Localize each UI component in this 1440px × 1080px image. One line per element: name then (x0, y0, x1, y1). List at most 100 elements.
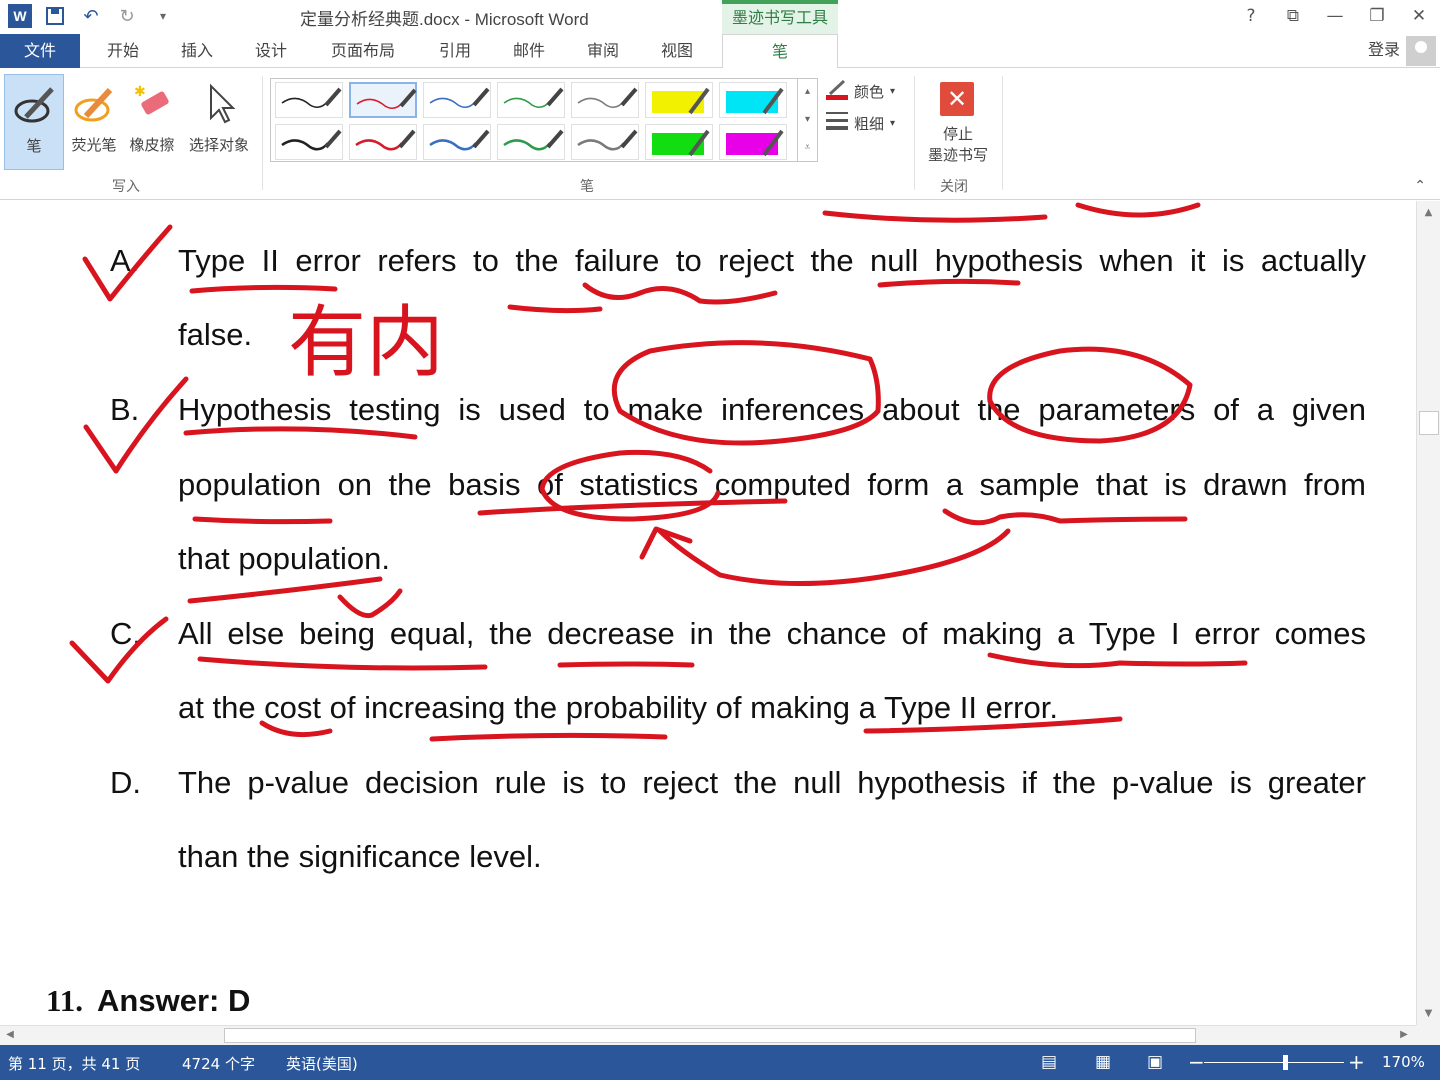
select-objects-button[interactable]: 选择对象 (182, 74, 256, 170)
option-d-line-2: than the significance level. (178, 839, 542, 874)
ink-arc-top (1075, 202, 1201, 218)
scrollbar-corner (1416, 1025, 1440, 1045)
ribbon-display-options-button[interactable]: ⧉ (1272, 0, 1314, 32)
tab-page-layout[interactable]: 页面布局 (318, 34, 408, 68)
pen-swatch[interactable] (423, 124, 491, 160)
read-mode-icon[interactable]: ▤ (1036, 1051, 1062, 1073)
status-bar: 第 11 页，共 41 页 4724 个字 英语(美国) ▤ ▦ ▣ − + 1… (0, 1045, 1440, 1080)
pen-swatch[interactable] (349, 124, 417, 160)
pen-swatch[interactable] (275, 82, 343, 118)
scroll-right-icon[interactable]: ▶ (1398, 1029, 1410, 1040)
pen-swatch[interactable] (645, 82, 713, 118)
zoom-slider-track[interactable] (1204, 1062, 1344, 1063)
zoom-level[interactable]: 170% (1382, 1053, 1425, 1071)
customize-qat-icon[interactable]: ▾ (150, 3, 176, 29)
restore-button[interactable]: ❐ (1356, 0, 1398, 32)
pen-gallery (270, 78, 818, 162)
tab-view[interactable]: 视图 (646, 34, 708, 68)
pen-color-label: 颜色 (854, 82, 885, 101)
pen-color-dropdown[interactable]: 颜色 ▾ (826, 78, 895, 104)
help-button[interactable]: ? (1230, 0, 1272, 32)
save-icon[interactable] (42, 3, 68, 29)
horizontal-scrollbar[interactable]: ◀ ▶ (0, 1025, 1416, 1045)
title-bar: W ↶ ↻ ▾ 定量分析经典题.docx - Microsoft Word 墨迹… (0, 0, 1440, 34)
vertical-scroll-thumb[interactable] (1419, 411, 1439, 435)
eraser-tool-button[interactable]: ✱ 橡皮擦 (124, 74, 180, 170)
tab-pen[interactable]: 笔 (722, 34, 838, 69)
pen-swatch[interactable] (497, 124, 565, 160)
option-b-line-3: that population. (178, 541, 391, 576)
eraser-icon: ✱ (124, 74, 180, 134)
zoom-out-button[interactable]: − (1188, 1050, 1205, 1074)
ink-underline (183, 426, 418, 440)
write-group-label: 写入 (112, 179, 140, 195)
eraser-tool-label: 橡皮擦 (129, 136, 175, 154)
document-page[interactable]: A. Type II error refers to the failure t… (0, 201, 1416, 1025)
option-a-letter: A. (110, 243, 140, 278)
scroll-down-icon[interactable]: ▼ (1417, 1008, 1440, 1019)
scroll-left-icon[interactable]: ◀ (4, 1029, 16, 1040)
pen-weight-dropdown[interactable]: 粗细 ▾ (826, 110, 895, 136)
sign-in-link[interactable]: 登录 (1368, 34, 1400, 66)
print-layout-icon[interactable]: ▦ (1090, 1051, 1116, 1073)
pen-tool-button[interactable]: 笔 (4, 74, 64, 170)
scroll-up-icon[interactable]: ▲ (1417, 207, 1440, 218)
pen-gallery-scroll[interactable]: ▴ ▾ ⩡ (797, 78, 817, 162)
avatar[interactable] (1406, 36, 1436, 66)
zoom-slider-thumb[interactable] (1283, 1055, 1288, 1070)
chevron-down-icon: ▾ (890, 117, 896, 129)
pen-swatch[interactable] (349, 82, 417, 118)
chevron-down-icon: ▾ (890, 85, 896, 97)
pen-swatch[interactable] (571, 82, 639, 118)
ink-small-check (337, 588, 403, 619)
highlighter-tool-button[interactable]: 荧光笔 (66, 74, 122, 170)
ink-underline-top (822, 210, 1048, 223)
group-separator (914, 76, 915, 190)
horizontal-scroll-thumb[interactable] (224, 1028, 1196, 1043)
web-layout-icon[interactable]: ▣ (1142, 1051, 1168, 1073)
group-separator (1002, 76, 1003, 190)
ribbon-panel: 笔 荧光笔 ✱ 橡皮擦 选择对象 写入 ▴ ▾ ⩡ 颜色 ▾ 粗细 ▾ 笔 ✕ … (0, 68, 1440, 200)
vertical-scrollbar[interactable]: ▲ ▼ (1416, 201, 1440, 1025)
option-c-line-2: at the cost of increasing the probabilit… (178, 690, 1058, 725)
tab-references[interactable]: 引用 (424, 34, 486, 68)
word-app-icon[interactable]: W (8, 4, 32, 28)
option-d-line-1: The p-value decision rule is to reject t… (178, 765, 1366, 800)
undo-icon[interactable]: ↶ (78, 3, 104, 29)
ink-wave-underline (942, 508, 1188, 526)
pen-swatch[interactable] (645, 124, 713, 160)
word-window: W ↶ ↻ ▾ 定量分析经典题.docx - Microsoft Word 墨迹… (0, 0, 1440, 1080)
ink-tools-context-label: 墨迹书写工具 (722, 0, 838, 34)
redo-icon[interactable]: ↻ (114, 3, 140, 29)
highlighter-icon (66, 74, 122, 134)
tab-file[interactable]: 文件 (0, 34, 80, 68)
minimize-button[interactable]: — (1314, 0, 1356, 32)
stop-inking-icon[interactable]: ✕ (940, 82, 974, 116)
tab-mailings[interactable]: 邮件 (498, 34, 560, 68)
pen-swatch[interactable] (719, 82, 787, 118)
stop-inking-label-line1: 停止 (942, 125, 973, 143)
tab-design[interactable]: 设计 (240, 34, 302, 68)
option-b-letter: B. (110, 392, 140, 427)
tab-insert[interactable]: 插入 (166, 34, 228, 68)
language-indicator[interactable]: 英语(美国) (286, 1053, 358, 1074)
pen-swatch[interactable] (423, 82, 491, 118)
collapse-ribbon-icon[interactable]: ⌃ (1414, 178, 1426, 194)
tab-review[interactable]: 审阅 (572, 34, 634, 68)
pen-swatch[interactable] (719, 124, 787, 160)
pen-swatch[interactable] (275, 124, 343, 160)
document-title: 定量分析经典题.docx - Microsoft Word (300, 10, 589, 29)
ribbon-tabs: 文件 开始 插入 设计 页面布局 引用 邮件 审阅 视图 笔 登录 (0, 34, 1440, 69)
ink-arrowhead (639, 526, 693, 560)
close-button[interactable]: ✕ (1398, 0, 1440, 32)
stop-inking-button[interactable]: 停止 墨迹书写 (918, 124, 998, 166)
zoom-in-button[interactable]: + (1348, 1050, 1365, 1074)
word-count[interactable]: 4724 个字 (182, 1053, 255, 1074)
ink-underline (187, 576, 383, 604)
pen-swatch[interactable] (497, 82, 565, 118)
pen-swatch[interactable] (571, 124, 639, 160)
highlighter-tool-label: 荧光笔 (71, 136, 117, 154)
option-a-line-2: false. (178, 317, 253, 352)
tab-home[interactable]: 开始 (92, 34, 154, 68)
page-count[interactable]: 第 11 页，共 41 页 (8, 1053, 140, 1074)
